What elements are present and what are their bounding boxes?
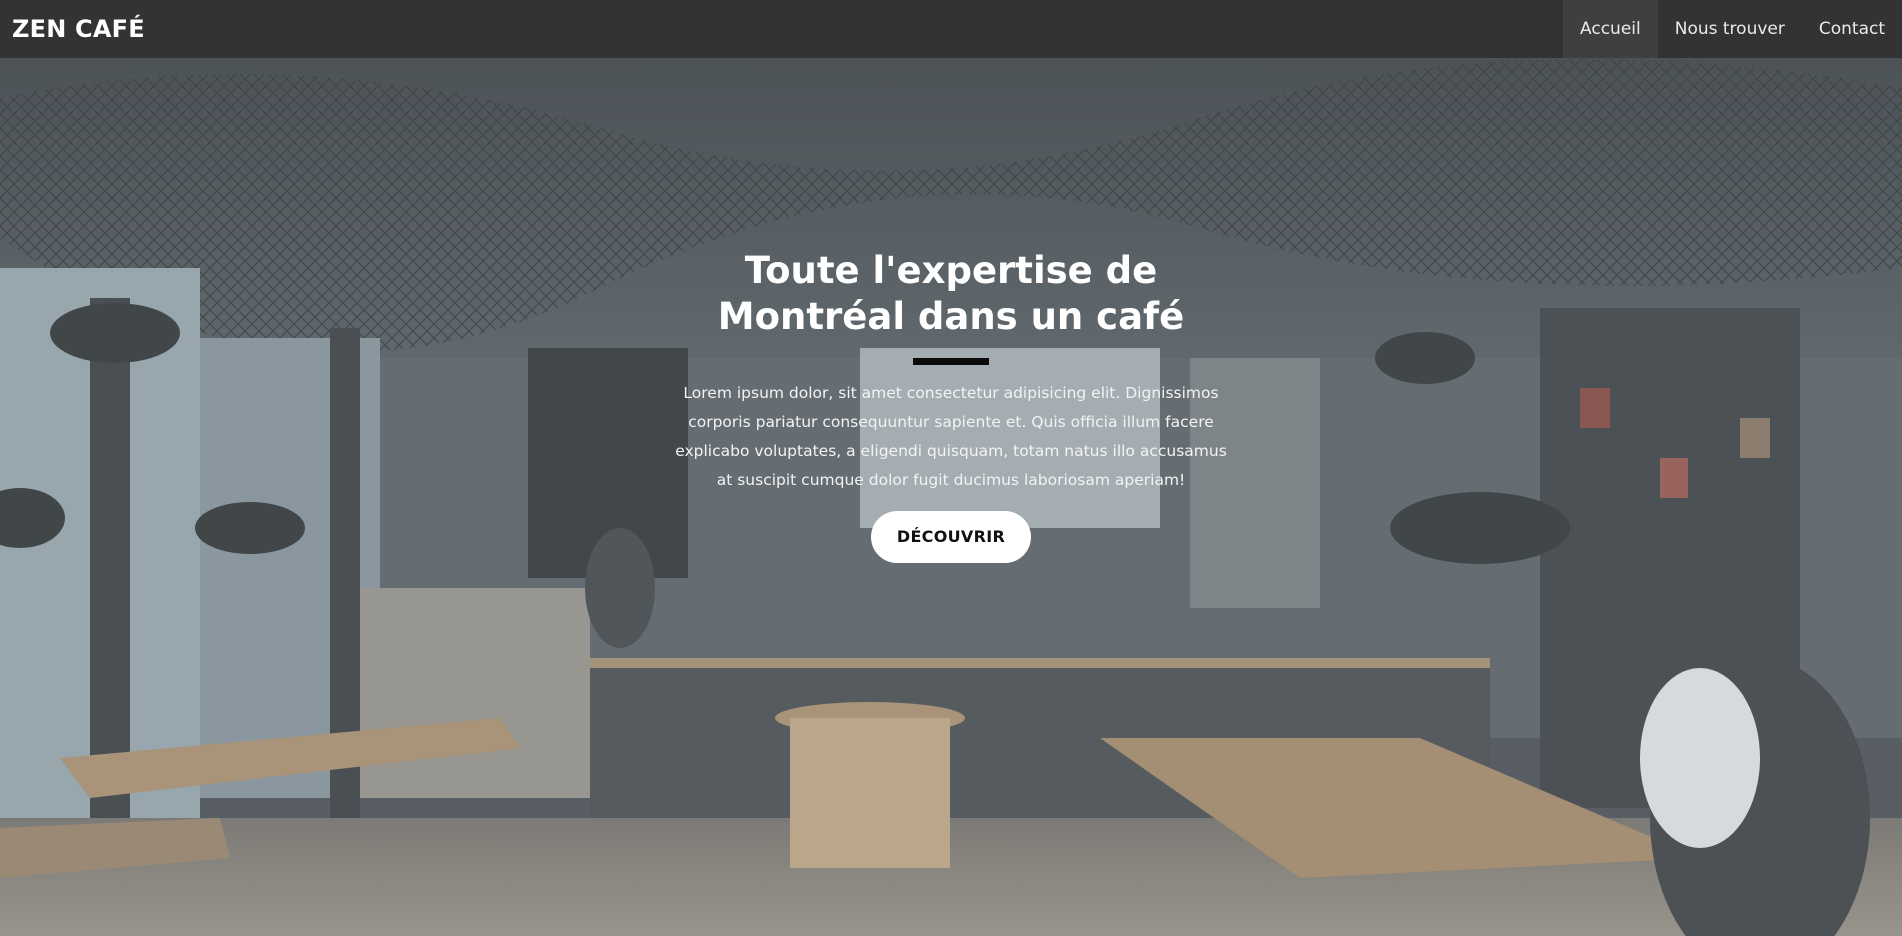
nav-link-nous-trouver[interactable]: Nous trouver xyxy=(1658,0,1802,58)
hero-content: Toute l'expertise de Montréal dans un ca… xyxy=(651,248,1251,563)
hero-description: Lorem ipsum dolor, sit amet consectetur … xyxy=(675,384,1227,489)
nav-link-contact[interactable]: Contact xyxy=(1802,0,1902,58)
brand-logo[interactable]: ZEN CAFÉ xyxy=(12,0,145,58)
hero-title: Toute l'expertise de Montréal dans un ca… xyxy=(717,249,1185,338)
main-nav: Accueil Nous trouver Contact xyxy=(1563,0,1902,58)
top-navbar: ZEN CAFÉ Accueil Nous trouver Contact xyxy=(0,0,1902,58)
title-underline xyxy=(913,358,989,365)
decouvrir-button[interactable]: DÉCOUVRIR xyxy=(871,511,1031,563)
nav-link-accueil[interactable]: Accueil xyxy=(1563,0,1658,58)
hero-section: Toute l'expertise de Montréal dans un ca… xyxy=(0,58,1902,936)
